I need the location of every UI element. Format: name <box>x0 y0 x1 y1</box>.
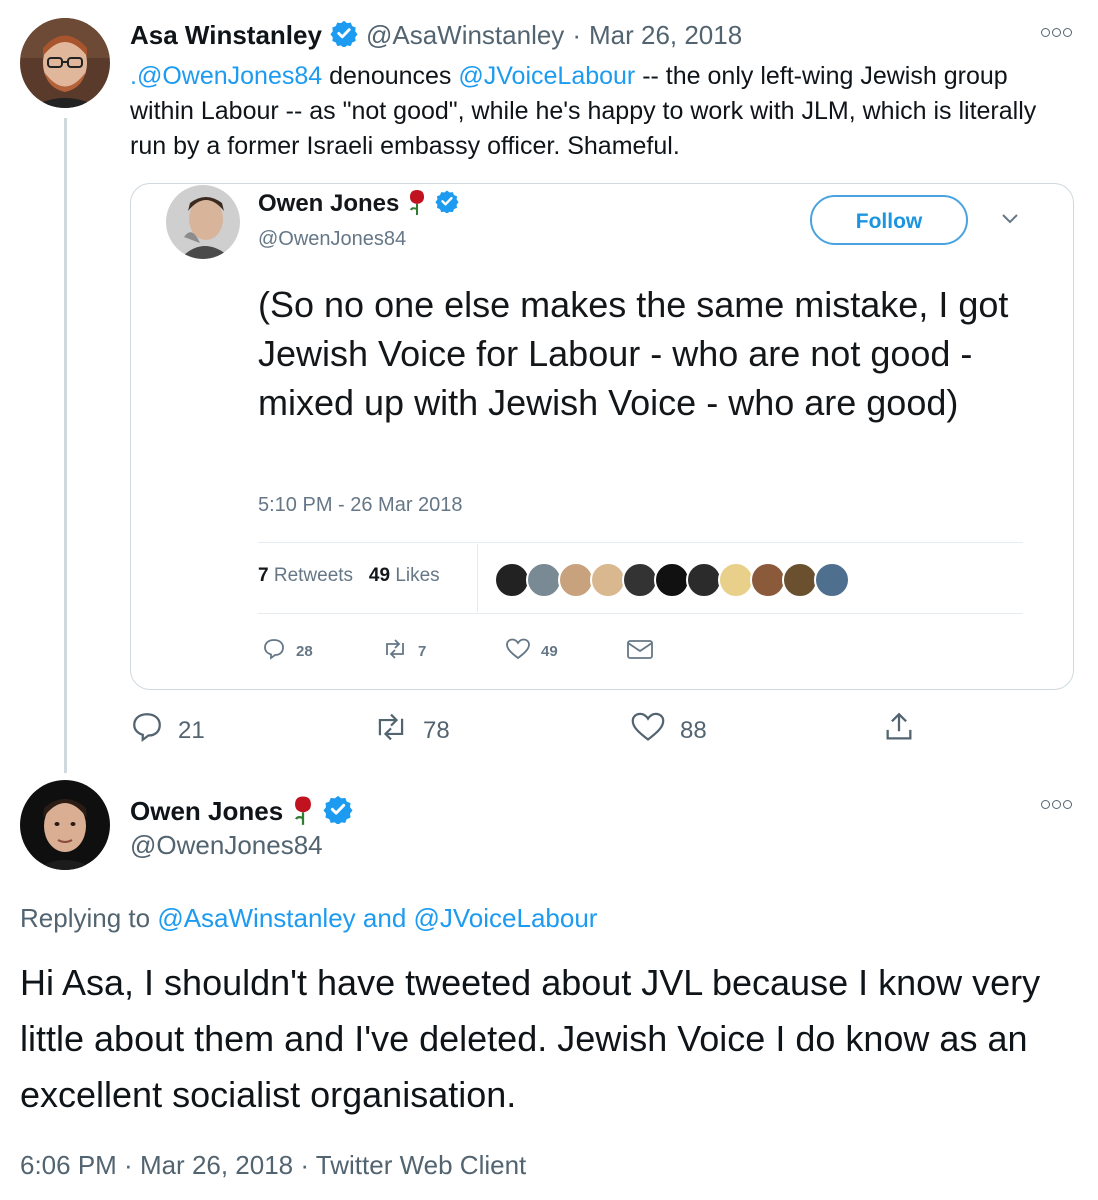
reply-time[interactable]: 6:06 PM <box>20 1150 117 1180</box>
liker-avatar[interactable] <box>526 562 562 598</box>
reply-author-handle[interactable]: @OwenJones84 <box>130 830 323 861</box>
more-icon[interactable] <box>1041 28 1074 37</box>
liker-avatar[interactable] <box>494 562 530 598</box>
share-action[interactable] <box>882 710 916 751</box>
follow-button[interactable]: Follow <box>810 195 968 245</box>
more-icon[interactable] <box>1041 800 1074 809</box>
liker-avatar[interactable] <box>558 562 594 598</box>
retweet-icon <box>382 637 408 665</box>
tweet-header: Asa Winstanley @AsaWinstanley · Mar 26, … <box>130 18 742 52</box>
tweet-text-segment: denounces <box>322 62 459 90</box>
embedded-header: Owen Jones <box>258 186 459 221</box>
reply-tweet-meta: 6:06 PM · Mar 26, 2018 · Twitter Web Cli… <box>20 1150 526 1181</box>
mention-jvoicelabour[interactable]: @JVoiceLabour <box>414 903 598 933</box>
retweet-icon <box>373 710 409 751</box>
embedded-retweet-count: 7 <box>418 642 427 660</box>
embedded-reply-count: 28 <box>296 642 313 660</box>
embedded-tweet-text: (So no one else makes the same mistake, … <box>258 284 1009 423</box>
likes-count[interactable]: 49 <box>369 565 390 586</box>
replying-and[interactable]: and <box>356 903 414 933</box>
chevron-down-icon[interactable] <box>1000 212 1020 231</box>
divider <box>258 542 1023 543</box>
embedded-stats: 7 Retweets 49 Likes <box>258 565 440 587</box>
author-name[interactable]: Asa Winstanley <box>130 20 322 51</box>
reply-count: 21 <box>178 716 205 744</box>
replying-to: Replying to @AsaWinstanley and @JVoiceLa… <box>20 903 597 934</box>
mention-asawinstanley[interactable]: @AsaWinstanley <box>157 903 355 933</box>
header-separator: · <box>572 19 581 50</box>
avatar-asa-winstanley[interactable] <box>20 18 110 108</box>
author-handle[interactable]: @AsaWinstanley <box>366 20 564 51</box>
replying-prefix: Replying to <box>20 903 158 933</box>
liker-avatar[interactable] <box>686 562 722 598</box>
reply-client[interactable]: Twitter Web Client <box>316 1150 526 1180</box>
like-action[interactable]: 88 <box>630 710 707 751</box>
verified-badge-icon <box>435 189 459 218</box>
rose-icon <box>291 792 315 831</box>
retweets-label[interactable]: Retweets <box>274 565 353 586</box>
rose-icon <box>407 186 427 221</box>
retweet-action[interactable]: 78 <box>373 710 450 751</box>
meta-separator: · <box>293 1150 316 1180</box>
divider <box>258 613 1023 614</box>
mention-jvoicelabour[interactable]: @JVoiceLabour <box>458 62 635 90</box>
reply-author-name[interactable]: Owen Jones <box>130 796 283 827</box>
liker-avatar[interactable] <box>718 562 754 598</box>
embedded-retweet-action[interactable]: 7 <box>382 637 426 665</box>
embedded-author-name[interactable]: Owen Jones <box>258 190 399 218</box>
retweet-count: 78 <box>423 716 450 744</box>
mention-owenjones84[interactable]: .@OwenJones84 <box>130 62 322 90</box>
verified-badge-icon <box>330 19 358 52</box>
mail-icon <box>626 637 654 665</box>
reply-tweet-header: Owen Jones <box>130 792 353 831</box>
avatar-owen-jones-embedded[interactable] <box>166 185 240 259</box>
liker-avatar[interactable] <box>782 562 818 598</box>
embedded-author-handle[interactable]: @OwenJones84 <box>258 228 406 251</box>
embedded-like-action[interactable]: 49 <box>505 637 558 665</box>
thread-connector-line <box>64 118 67 773</box>
liker-avatar[interactable] <box>590 562 626 598</box>
like-icon <box>630 710 666 751</box>
share-icon <box>882 710 916 751</box>
liker-avatar[interactable] <box>654 562 690 598</box>
meta-separator: · <box>116 1150 140 1180</box>
embedded-like-count: 49 <box>541 642 558 660</box>
stat-divider <box>477 544 478 612</box>
verified-badge-icon <box>323 794 353 829</box>
liker-avatar[interactable] <box>750 562 786 598</box>
tweet-text: .@OwenJones84 denounces @JVoiceLabour --… <box>130 59 1075 164</box>
liker-avatar[interactable] <box>814 562 850 598</box>
liker-avatar[interactable] <box>622 562 658 598</box>
reply-icon <box>130 710 164 751</box>
avatar-owen-jones[interactable] <box>20 780 110 870</box>
likers-avatars <box>494 562 850 598</box>
embedded-reply-action[interactable]: 28 <box>262 637 313 665</box>
embedded-dm-action[interactable] <box>626 637 654 665</box>
reply-icon <box>262 637 286 665</box>
reply-tweet-text: Hi Asa, I shouldn't have tweeted about J… <box>20 962 1041 1115</box>
embedded-timestamp[interactable]: 5:10 PM - 26 Mar 2018 <box>258 494 463 517</box>
like-icon <box>505 637 531 665</box>
likes-label[interactable]: Likes <box>395 565 439 586</box>
retweets-count[interactable]: 7 <box>258 565 269 586</box>
tweet-date[interactable]: Mar 26, 2018 <box>589 20 742 51</box>
reply-action[interactable]: 21 <box>130 710 205 751</box>
reply-date[interactable]: Mar 26, 2018 <box>140 1150 293 1180</box>
like-count: 88 <box>680 716 707 744</box>
